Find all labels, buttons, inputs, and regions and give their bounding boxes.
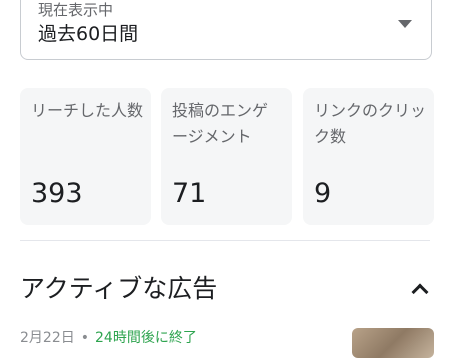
divider (20, 240, 430, 241)
select-value: 過去60日間 (38, 23, 139, 45)
caret-down-icon (398, 20, 412, 28)
date-range-select[interactable]: 現在表示中 過去60日間 (20, 0, 432, 60)
section-title: アクティブな広告 (20, 274, 218, 303)
select-caption: 現在表示中 (38, 1, 114, 19)
metric-card-link-clicks: リンクのクリック数 9 (303, 88, 434, 225)
metric-label: リンクのクリック数 (314, 101, 427, 146)
ad-date: 2月22日 (20, 330, 75, 346)
metric-label: リーチした人数 (31, 101, 144, 120)
metric-card-reach: リーチした人数 393 (20, 88, 151, 225)
metrics-cards: リーチした人数 393 投稿のエンゲージメント 71 リンクのクリック数 9 (20, 88, 434, 225)
ad-status: 24時間後に終了 (95, 330, 197, 346)
metric-value: 71 (172, 178, 207, 209)
ad-list-item[interactable]: 2月22日 • 24時間後に終了 (20, 329, 197, 347)
metric-label: 投稿のエンゲージメント (172, 101, 269, 146)
ad-thumbnail[interactable] (352, 328, 434, 358)
chevron-up-icon[interactable] (411, 283, 429, 301)
metric-value: 393 (31, 178, 83, 209)
metric-value: 9 (314, 178, 332, 209)
separator-dot: • (80, 330, 89, 346)
metric-card-engagement: 投稿のエンゲージメント 71 (161, 88, 292, 225)
